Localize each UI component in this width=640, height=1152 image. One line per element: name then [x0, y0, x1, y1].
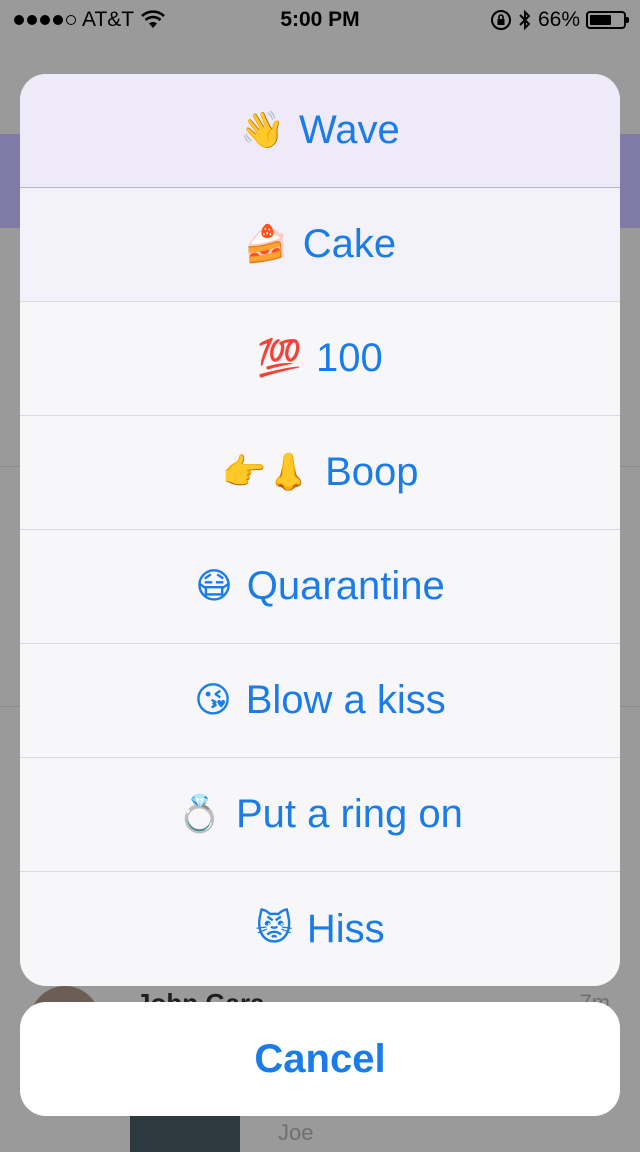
action-cake-button[interactable]: 🍰 Cake [20, 188, 620, 302]
signal-dots-icon [14, 15, 76, 25]
action-100-button[interactable]: 💯 100 [20, 302, 620, 416]
waving-hand-icon: 👋 [240, 109, 286, 151]
hundred-points-icon: 💯 [257, 337, 303, 379]
cancel-button[interactable]: Cancel [20, 1002, 620, 1116]
face-blowing-kiss-icon: 😘 [194, 679, 232, 721]
action-blow-kiss-button[interactable]: 😘 Blow a kiss [20, 644, 620, 758]
action-label: Cake [302, 222, 397, 266]
action-hiss-button[interactable]: 😾 Hiss [20, 872, 620, 986]
action-label: Quarantine [246, 564, 445, 608]
face-with-mask-icon: 😷 [195, 565, 233, 607]
feed-thumbnail [130, 1112, 240, 1152]
action-label: Hiss [306, 906, 385, 951]
action-boop-button[interactable]: 👉👃 Boop [20, 416, 620, 530]
carrier-label: AT&T [82, 8, 135, 31]
action-sheet: 👋 Wave 🍰 Cake 💯 100 👉👃 Boop 😷 Quarantine… [20, 74, 620, 986]
battery-percent: 66% [537, 8, 580, 31]
action-wave-button[interactable]: 👋 Wave [20, 74, 620, 188]
action-label: Wave [299, 108, 400, 152]
bluetooth-icon [519, 9, 531, 31]
ring-icon: 💍 [177, 793, 222, 835]
action-label: Boop [325, 450, 419, 494]
action-label: Blow a kiss [245, 678, 446, 722]
pouting-cat-icon: 😾 [255, 908, 293, 949]
status-right: 66% [490, 8, 629, 32]
feed-subtitle: Joe [278, 1120, 314, 1145]
action-label: Put a ring on [236, 792, 463, 836]
action-label: 100 [316, 336, 383, 380]
action-quarantine-button[interactable]: 😷 Quarantine [20, 530, 620, 644]
status-bar: AT&T 5:00 PM 66% [0, 0, 640, 40]
status-left: AT&T [14, 8, 166, 32]
pointing-finger-nose-icon: 👉👃 [221, 451, 312, 493]
battery-icon [586, 11, 629, 29]
action-ring-button[interactable]: 💍 Put a ring on [20, 758, 620, 872]
cake-icon: 🍰 [243, 223, 289, 265]
wifi-icon [141, 10, 166, 28]
rotation-lock-icon [490, 10, 511, 30]
battery-fill [590, 15, 611, 25]
